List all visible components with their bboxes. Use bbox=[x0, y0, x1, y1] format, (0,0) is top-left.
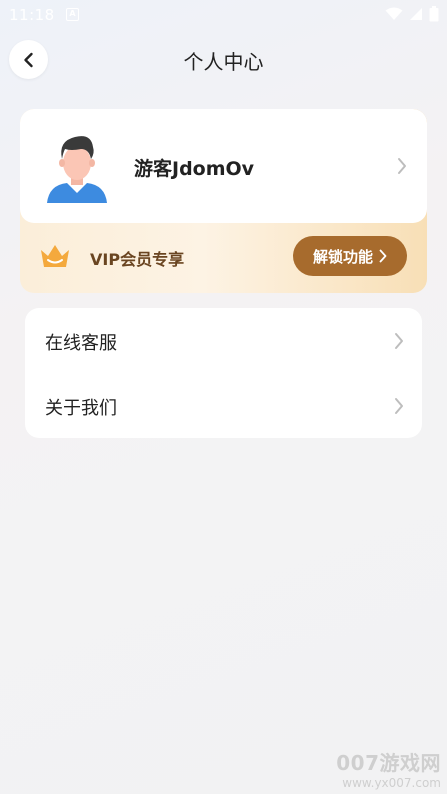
menu-item-online-service[interactable]: 在线客服 bbox=[25, 308, 422, 373]
status-bar: 11:18 A bbox=[0, 0, 447, 30]
crown-icon bbox=[41, 245, 69, 267]
notification-icon: A bbox=[66, 8, 79, 21]
page-title: 个人中心 bbox=[183, 50, 264, 74]
chevron-right-icon bbox=[398, 158, 406, 174]
unlock-button[interactable]: 解锁功能 bbox=[293, 236, 407, 276]
watermark-url: www.yx007.com bbox=[342, 776, 441, 790]
battery-icon bbox=[429, 6, 439, 22]
menu-card: 在线客服 关于我们 bbox=[25, 308, 422, 438]
username: 游客JdomOv bbox=[134, 158, 255, 180]
vip-label: VIP会员专享 bbox=[90, 250, 185, 269]
menu-item-label: 关于我们 bbox=[45, 398, 117, 419]
chevron-right-icon bbox=[395, 398, 403, 414]
status-time: 11:18 bbox=[9, 6, 55, 24]
menu-item-label: 在线客服 bbox=[45, 333, 117, 354]
profile-card: 游客JdomOv VIP会员专享 解锁功能 bbox=[20, 109, 427, 293]
status-icons bbox=[385, 6, 439, 22]
unlock-button-label: 解锁功能 bbox=[312, 247, 373, 266]
signal-icon bbox=[410, 8, 422, 20]
wifi-icon bbox=[385, 7, 403, 20]
avatar bbox=[47, 136, 107, 203]
menu-item-about-us[interactable]: 关于我们 bbox=[25, 373, 422, 438]
watermark: 007游戏网 www.yx007.com bbox=[336, 747, 441, 790]
chevron-right-icon bbox=[379, 249, 387, 263]
chevron-right-icon bbox=[395, 333, 403, 349]
watermark-title: 007游戏网 bbox=[336, 751, 441, 775]
vip-banner: VIP会员专享 解锁功能 bbox=[20, 223, 427, 293]
profile-row[interactable]: 游客JdomOv bbox=[20, 109, 427, 223]
